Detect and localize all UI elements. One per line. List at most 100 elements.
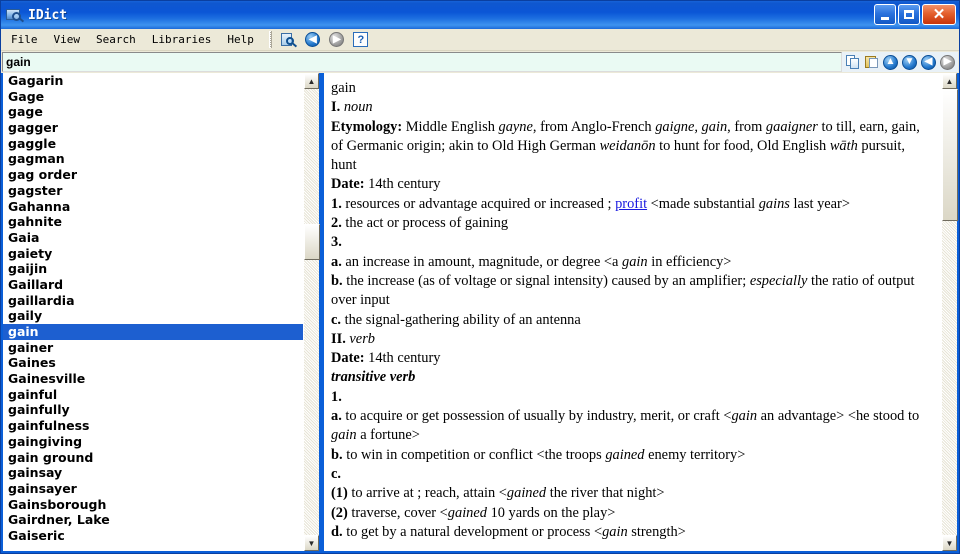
window-controls: ✕ [874,4,956,25]
word-list-item[interactable]: Gage [3,89,303,105]
wordlist-scroll-track[interactable] [304,89,320,535]
close-button[interactable]: ✕ [922,4,956,25]
word-list-item[interactable]: Gaines [3,355,303,371]
definition-sense: a. to acquire or get possession of usual… [331,408,920,444]
toolbar-help-button[interactable]: ? [351,31,371,49]
definition-headword: gain [331,80,356,96]
word-list-item[interactable]: gagger [3,120,303,136]
word-list-item[interactable]: Gainsborough [3,497,303,513]
word-list-item[interactable]: gainer [3,340,303,356]
search-input[interactable] [2,52,842,72]
menu-item-libraries[interactable]: Libraries [144,31,220,48]
word-list-item[interactable]: Gairdner, Lake [3,512,303,528]
word-list-item[interactable]: Gainesville [3,371,303,387]
word-list-item[interactable]: gain [3,324,303,340]
menu-item-file[interactable]: File [3,31,46,48]
definition-date: Date: 14th century [331,350,441,367]
word-list-item[interactable]: gaijin [3,261,303,277]
definition-sense: 1. resources or advantage acquired or in… [331,195,850,212]
word-list-item[interactable]: Gagarin [3,73,303,89]
menu-item-view[interactable]: View [46,31,89,48]
word-list-pane: Gagarin Gage gage gagger gaggle gagman gag ord… [1,73,321,553]
close-icon: ✕ [932,5,946,23]
word-list-item[interactable]: gage [3,104,303,120]
definition-etymology: Etymology: Middle English gayne, from An… [331,118,920,174]
app-dictionary-icon [5,6,25,24]
definition-part-of-speech: I. noun [331,99,373,116]
word-list-item[interactable]: gainful [3,387,303,403]
wordlist-scroll-down-button[interactable]: ▼ [304,535,319,551]
menu-item-help[interactable]: Help [219,31,262,48]
paste-button[interactable] [862,53,881,72]
word-list-item[interactable]: gahnite [3,214,303,230]
toolbar-separator [268,31,272,48]
word-list-item[interactable]: Gahanna [3,199,303,215]
definition-scrollbar[interactable]: ▲ ▼ [941,73,958,551]
definition-part-of-speech: II. verb [331,330,375,347]
help-icon: ? [353,32,369,47]
copy-icon [845,55,860,69]
scroll-up-icon: ▲ [883,54,898,70]
maximize-button[interactable] [898,4,920,25]
paste-icon [864,55,879,69]
definition-sense: a. an increase in amount, magnitude, or … [331,253,732,270]
word-list-item[interactable]: gaingiving [3,434,303,450]
definition-scroll-thumb[interactable] [942,89,958,221]
definition-sense: 3. [331,234,342,251]
history-forward-button[interactable]: ▶ [938,53,957,72]
word-list-item[interactable]: Gaiseric [3,528,303,544]
definition-sense: (1) to arrive at ; reach, attain <gained… [331,485,665,502]
definition-date: Date: 14th century [331,176,441,193]
definition-scroll-track[interactable] [942,89,958,535]
menu-bar: File View Search Libraries Help ◀ ▶ ? [1,29,959,51]
definition-sense: c. [331,465,341,482]
word-list-item[interactable]: gagster [3,183,303,199]
content-area: Gagarin Gage gage gagger gaggle gagman gag ord… [1,73,959,553]
history-back-button[interactable]: ◀ [919,53,938,72]
scroll-up-button[interactable]: ▲ [881,53,900,72]
word-list-item[interactable]: gag order [3,167,303,183]
scroll-down-button[interactable]: ▼ [900,53,919,72]
toolbar-back-button[interactable]: ◀ [303,31,323,49]
copy-button[interactable] [843,53,862,72]
cross-reference-link[interactable]: profit [615,196,647,212]
definition-content: gain I. noun Etymology: Middle English gay… [324,73,941,551]
wordlist-scroll-thumb[interactable] [304,224,320,260]
word-list-item[interactable]: Gaia [3,230,303,246]
forward-icon: ▶ [329,32,345,47]
back-icon: ◀ [305,32,321,47]
history-forward-icon: ▶ [940,54,955,70]
toolbar-search-button[interactable] [279,31,299,49]
definition-sense: 2. the act or process of gaining [331,215,509,232]
title-bar: IDict ✕ [1,1,959,29]
application-window: IDict ✕ File View Search Libraries Help [0,0,960,554]
word-list-scrollbar[interactable]: ▲ ▼ [303,73,320,551]
definition-verb-type: transitive verb [331,369,416,386]
definition-scroll-down-button[interactable]: ▼ [942,535,957,551]
definition-scroll-up-button[interactable]: ▲ [942,73,957,89]
history-back-icon: ◀ [921,54,936,70]
word-list[interactable]: Gagarin Gage gage gagger gaggle gagman gag ord… [3,73,303,551]
word-list-item[interactable]: gaily [3,308,303,324]
word-list-item[interactable]: gagman [3,151,303,167]
word-list-item[interactable]: gainsay [3,465,303,481]
menu-item-search[interactable]: Search [88,31,144,48]
search-icon [281,32,298,47]
word-list-item[interactable]: gainfulness [3,418,303,434]
definition-sense: b. the increase (as of voltage or signal… [331,272,915,309]
minimize-icon [881,16,889,20]
maximize-icon [904,10,914,19]
word-list-item[interactable]: gaiety [3,246,303,262]
scroll-down-icon: ▼ [902,54,917,70]
word-list-item[interactable]: gain ground [3,450,303,466]
window-title: IDict [28,7,68,23]
search-bar: ▲ ▼ ◀ ▶ [1,51,959,73]
word-list-item[interactable]: gainsayer [3,481,303,497]
word-list-item[interactable]: gainfully [3,402,303,418]
minimize-button[interactable] [874,4,896,25]
wordlist-scroll-up-button[interactable]: ▲ [304,73,319,89]
word-list-item[interactable]: gaggle [3,136,303,152]
word-list-item[interactable]: Gaillard [3,277,303,293]
word-list-item[interactable]: gaillardia [3,293,303,309]
toolbar-forward-button[interactable]: ▶ [327,31,347,49]
